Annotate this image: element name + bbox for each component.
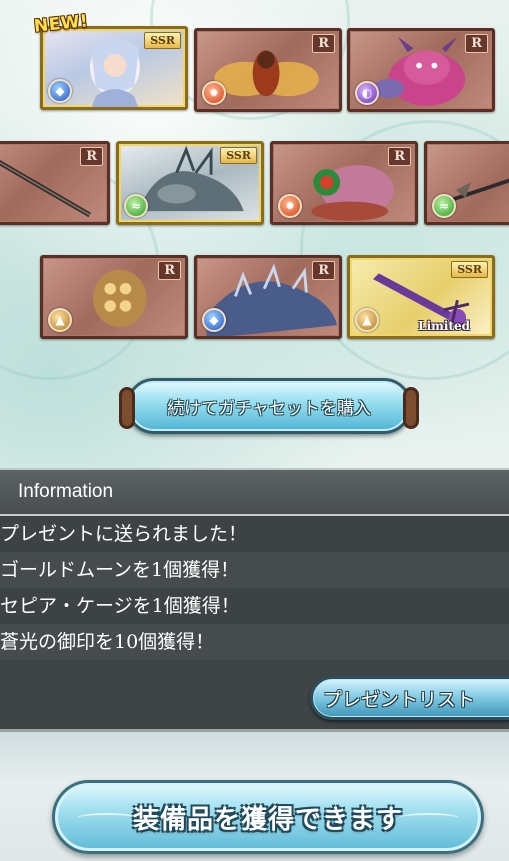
fire-element-icon: ✹: [278, 194, 302, 218]
ornament-icon: [119, 387, 135, 429]
present-list-button[interactable]: プレゼントリスト: [310, 676, 509, 720]
information-line: セピア・ケージを1個獲得！: [0, 588, 509, 624]
rarity-badge: R: [312, 261, 335, 280]
earth-element-icon: ▲: [48, 308, 72, 332]
reward-card-r-summon[interactable]: R ◐: [347, 28, 495, 112]
water-element-icon: ◆: [202, 308, 226, 332]
wind-element-icon: ≈: [432, 194, 456, 218]
rarity-badge: SSR: [144, 32, 181, 49]
reward-card-r-summon[interactable]: R ✹: [270, 141, 418, 225]
earth-element-icon: ▲: [355, 308, 379, 332]
information-line: 蒼光の御印を10個獲得！: [0, 624, 509, 660]
dark-element-icon: ◐: [355, 81, 379, 105]
flourish-icon: [77, 813, 137, 823]
rarity-badge: R: [158, 261, 181, 280]
information-panel: Information プレゼントに送られました！ ゴールドムーンを1個獲得！ …: [0, 468, 509, 732]
fire-element-icon: ✹: [202, 81, 226, 105]
rarity-badge: R: [312, 34, 335, 53]
information-title: Information: [0, 470, 509, 516]
reward-card-r-summon[interactable]: R ✹: [194, 28, 342, 112]
rarity-badge: SSR: [451, 261, 488, 278]
reward-display-area: NEW! SSR ◆ R ✹ R ◐ R SSR ≈ R ✹ ≈ R ▲ R ◆…: [0, 0, 509, 468]
rarity-badge: R: [388, 147, 411, 166]
reward-card-r-weapon[interactable]: R ▲: [40, 255, 188, 339]
rarity-badge: R: [465, 34, 488, 53]
information-list: プレゼントに送られました！ ゴールドムーンを1個獲得！ セピア・ケージを1個獲得…: [0, 516, 509, 660]
rarity-badge: SSR: [220, 147, 257, 164]
rarity-badge: R: [80, 147, 103, 166]
bottom-area: 装備品を獲得できます: [0, 732, 509, 861]
reward-card-r-weapon[interactable]: R: [0, 141, 110, 225]
obtain-equipment-button[interactable]: 装備品を獲得できます: [52, 780, 484, 854]
information-line: プレゼントに送られました！: [0, 516, 509, 552]
reward-card-r-summon[interactable]: R ◆: [194, 255, 342, 339]
water-element-icon: ◆: [48, 79, 72, 103]
information-line: ゴールドムーンを1個獲得！: [0, 552, 509, 588]
flourish-icon: [399, 813, 459, 823]
ornament-icon: [403, 387, 419, 429]
continue-gacha-label: 続けてガチャセットを購入: [167, 398, 371, 419]
reward-card-ssr-character[interactable]: SSR ◆: [40, 26, 188, 110]
limited-label: Limited: [418, 319, 470, 333]
reward-card-ssr-weapon[interactable]: SSR ▲ Limited: [347, 255, 495, 339]
reward-card-r-weapon[interactable]: R ≈: [424, 141, 509, 225]
reward-card-ssr-summon[interactable]: SSR ≈: [116, 141, 264, 225]
continue-gacha-button[interactable]: 続けてガチャセットを購入: [119, 378, 419, 434]
obtain-equipment-label: 装備品を獲得できます: [132, 804, 403, 835]
wind-element-icon: ≈: [124, 194, 148, 218]
